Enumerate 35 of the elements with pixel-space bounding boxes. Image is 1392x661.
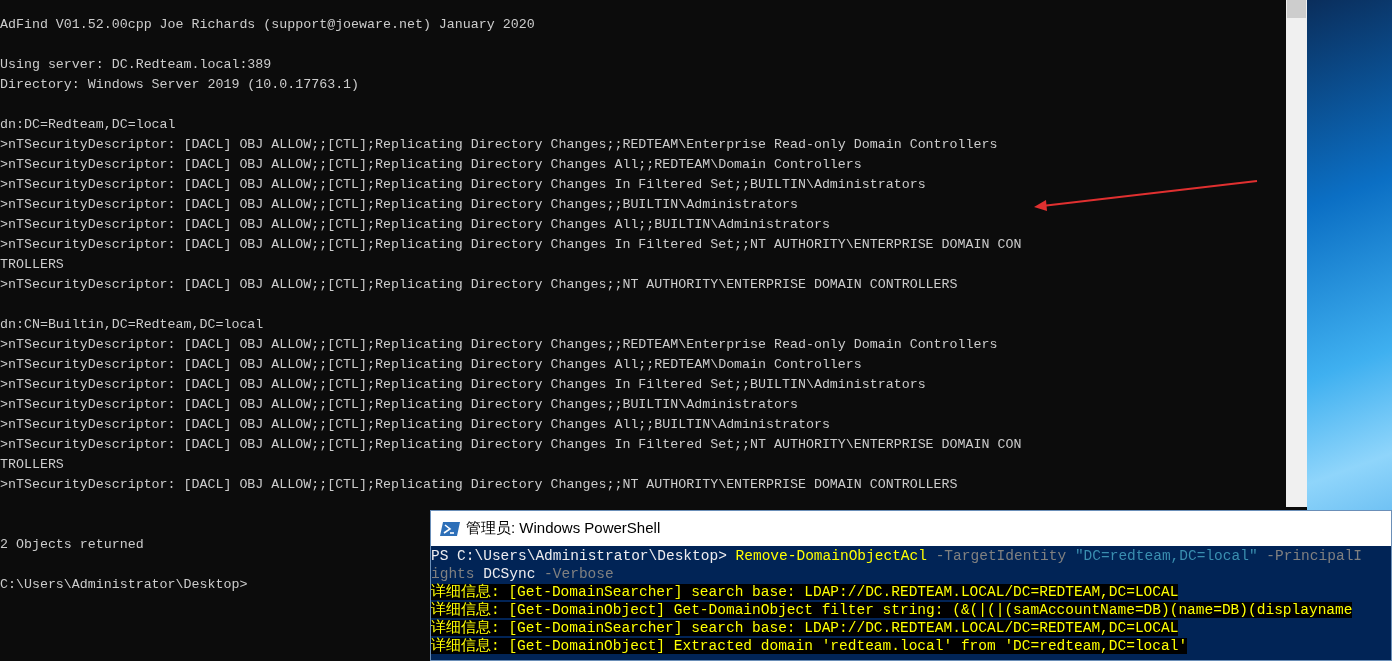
console-line: >nTSecurityDescriptor: [DACL] OBJ ALLOW;;[CTL];Replicating Directory Changes;;BUILTIN\Administrators	[0, 196, 798, 214]
parameter-text: -Verbose	[544, 565, 614, 583]
console-line: dn:DC=Redteam,DC=local	[0, 116, 176, 134]
string-text: "DC=redteam,DC=local"	[1074, 547, 1258, 565]
console-line: >nTSecurityDescriptor: [DACL] OBJ ALLOW;;[CTL];Replicating Directory Changes;;REDTEAM\Enterprise Read-only Domain Controllers	[0, 136, 998, 154]
console-line: >nTSecurityDescriptor: [DACL] OBJ ALLOW;;[CTL];Replicating Directory Changes All;;REDTEAM\Domain Controllers	[0, 356, 862, 374]
console-line: TROLLERS	[0, 456, 64, 474]
window-title: 管理员: Windows PowerShell	[466, 518, 661, 539]
powershell-icon	[440, 520, 460, 537]
console-line: Directory: Windows Server 2019 (10.0.17763.1)	[0, 76, 360, 94]
console-line: C:\Users\Administrator\Desktop>	[0, 576, 248, 594]
console-line: 2 Objects returned	[0, 536, 144, 554]
console-line: >nTSecurityDescriptor: [DACL] OBJ ALLOW;;[CTL];Replicating Directory Changes In Filtered Set;;NT AUTHORITY\ENTERPRISE DOMAIN CON	[0, 436, 1022, 454]
console-line: >nTSecurityDescriptor: [DACL] OBJ ALLOW;;[CTL];Replicating Directory Changes;;NT AUTHORITY\ENTERPRISE DOMAIN CONTROLLERS	[0, 476, 958, 494]
console-line: >nTSecurityDescriptor: [DACL] OBJ ALLOW;;[CTL];Replicating Directory Changes All;;REDTEAM\Domain Controllers	[0, 156, 862, 174]
console-line: >nTSecurityDescriptor: [DACL] OBJ ALLOW;;[CTL];Replicating Directory Changes In Filtered Set;;NT AUTHORITY\ENTERPRISE DOMAIN CON	[0, 236, 1022, 254]
argument-text: DCSync	[483, 565, 536, 583]
command-text: Remove-DomainObjectAcl	[735, 547, 927, 565]
console-line: >nTSecurityDescriptor: [DACL] OBJ ALLOW;;[CTL];Replicating Directory Changes;;NT AUTHORITY\ENTERPRISE DOMAIN CONTROLLERS	[0, 276, 958, 294]
scrollbar[interactable]	[1286, 0, 1307, 507]
parameter-text: -TargetIdentity	[935, 547, 1067, 565]
console-line: Using server: DC.Redteam.local:389	[0, 56, 272, 74]
console-line: >nTSecurityDescriptor: [DACL] OBJ ALLOW;;[CTL];Replicating Directory Changes;;REDTEAM\Enterprise Read-only Domain Controllers	[0, 336, 998, 354]
console-line: >nTSecurityDescriptor: [DACL] OBJ ALLOW;;[CTL];Replicating Directory Changes All;;BUILTIN\Administrators	[0, 216, 830, 234]
console-line: dn:CN=Builtin,DC=Redteam,DC=local	[0, 316, 264, 334]
console-line: TROLLERS	[0, 256, 64, 274]
parameter-text: ights	[431, 565, 475, 583]
console-line: >nTSecurityDescriptor: [DACL] OBJ ALLOW;;[CTL];Replicating Directory Changes All;;BUILTIN\Administrators	[0, 416, 830, 434]
scrollbar-thumb[interactable]	[1287, 0, 1306, 18]
console-line: >nTSecurityDescriptor: [DACL] OBJ ALLOW;;[CTL];Replicating Directory Changes In Filtered Set;;BUILTIN\Administrators	[0, 176, 926, 194]
parameter-text: -PrincipalI	[1266, 547, 1363, 565]
console-line: AdFind V01.52.00cpp Joe Richards (support@joeware.net) January 2020	[0, 16, 535, 34]
console-line: >nTSecurityDescriptor: [DACL] OBJ ALLOW;;[CTL];Replicating Directory Changes In Filtered Set;;BUILTIN\Administrators	[0, 376, 926, 394]
console-line: >nTSecurityDescriptor: [DACL] OBJ ALLOW;;[CTL];Replicating Directory Changes;;BUILTIN\Administrators	[0, 396, 798, 414]
shell-prompt: PS C:\Users\Administrator\Desktop>	[431, 547, 727, 565]
